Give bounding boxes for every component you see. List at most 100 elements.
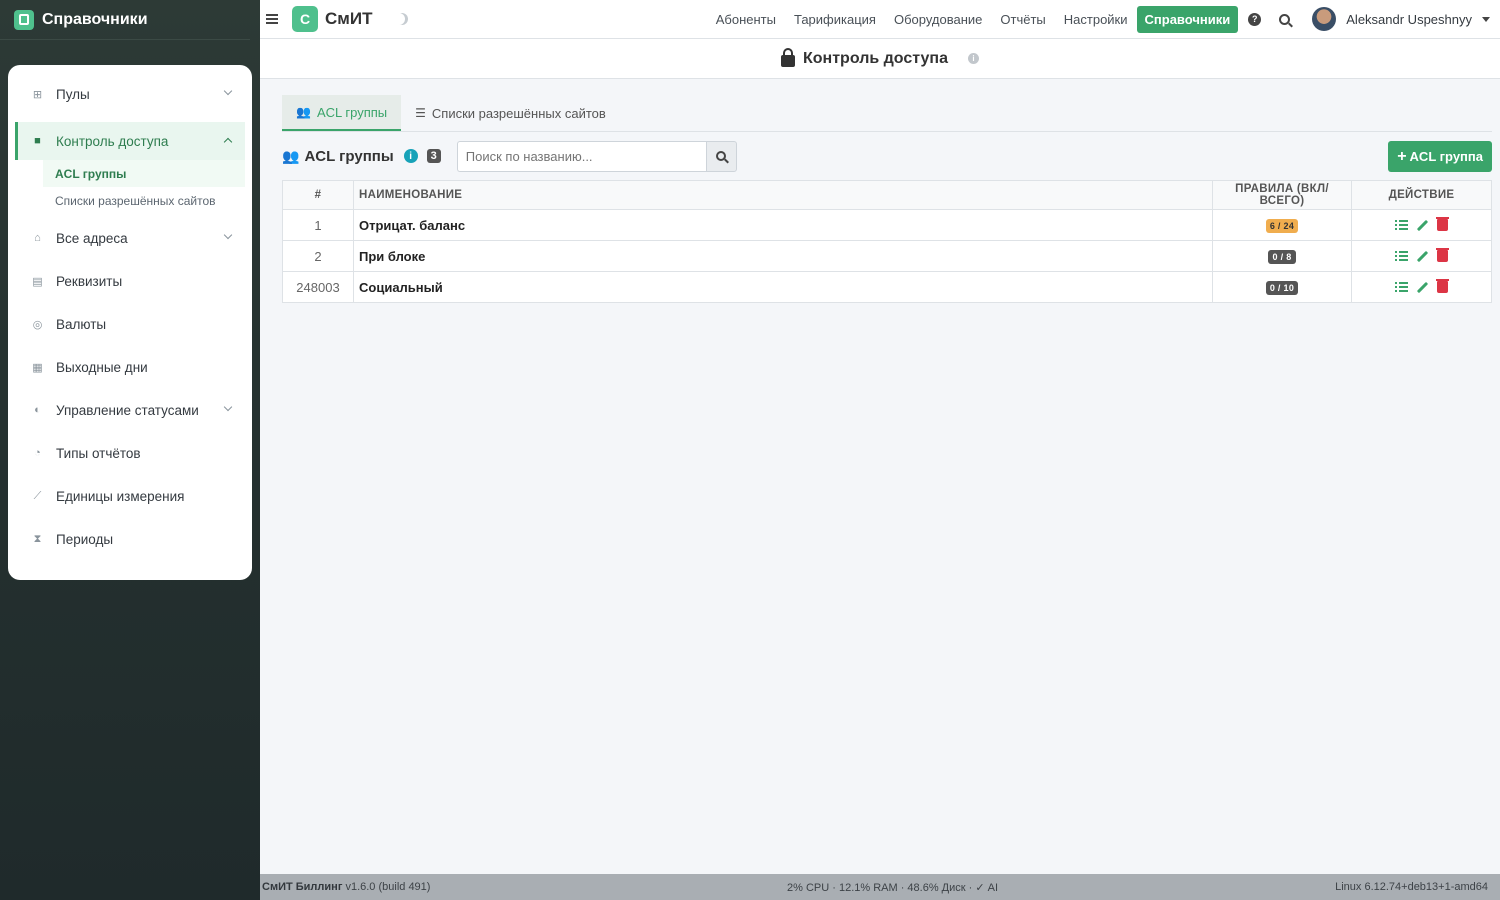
search-icon[interactable]: [1279, 13, 1291, 25]
users-icon: 👥: [282, 147, 300, 164]
edit-icon[interactable]: [1416, 219, 1429, 231]
toggle-icon: ◐: [34, 404, 41, 416]
acl-groups-table: # НАИМЕНОВАНИЕ ПРАВИЛА (ВКЛ/ВСЕГО) ДЕЙСТ…: [282, 180, 1492, 303]
rules-badge: 0 / 10: [1265, 281, 1299, 295]
avatar[interactable]: [1312, 7, 1337, 31]
add-acl-group-button[interactable]: + ACL группа: [1388, 141, 1492, 172]
trash-icon[interactable]: [1436, 279, 1449, 293]
table-row[interactable]: 248003 Социальный 0 / 10: [282, 271, 1492, 303]
ruler-icon: ⟋: [33, 489, 42, 502]
edit-icon[interactable]: [1416, 281, 1429, 293]
list-icon[interactable]: [1395, 250, 1408, 262]
sidebar-item-label: Контроль доступа: [56, 133, 169, 149]
chevron-down-icon: [223, 402, 233, 412]
sidebar-item-units[interactable]: ⟋ Единицы измерения: [15, 477, 245, 515]
toolbar: 👥 ACL группы i 3 + ACL группа: [282, 132, 1492, 180]
table-row[interactable]: 1 Отрицат. баланс 6 / 24: [282, 209, 1492, 241]
lock-icon: [781, 48, 796, 67]
sidebar-item-status-management[interactable]: ◐ Управление статусами: [15, 391, 245, 429]
help-icon[interactable]: ?: [1248, 12, 1262, 26]
sidebar-item-label: Единицы измерения: [56, 488, 185, 504]
rules-badge: 6 / 24: [1265, 219, 1299, 233]
sidebar-item-label: Пулы: [56, 86, 90, 102]
sidebar-item-pools[interactable]: ⊞ Пулы: [15, 75, 245, 113]
column-header-rules[interactable]: ПРАВИЛА (ВКЛ/ВСЕГО): [1212, 180, 1352, 210]
top-nav: Абоненты Тарификация Оборудование Отчёты…: [716, 5, 1500, 33]
tab-allowed-sites[interactable]: ☰ Списки разрешённых сайтов: [401, 95, 620, 131]
nav-equipment[interactable]: Оборудование: [894, 12, 982, 27]
list-icon[interactable]: [1395, 281, 1408, 293]
add-button-label: ACL группа: [1409, 149, 1483, 164]
rules-badge: 0 / 8: [1268, 250, 1296, 264]
sidebar-item-periods[interactable]: ⧗ Периоды: [15, 520, 245, 558]
book-icon: [14, 9, 34, 30]
row-id: 2: [282, 240, 354, 272]
sidebar-item-access-control[interactable]: ■ Контроль доступа: [15, 122, 245, 160]
trash-icon[interactable]: [1436, 248, 1449, 262]
row-name[interactable]: Социальный: [353, 271, 1213, 303]
footer-os: Linux 6.12.74+deb13+1-amd64: [1335, 881, 1488, 893]
tab-acl-groups[interactable]: 👥 ACL группы: [282, 95, 402, 131]
sidebar-subitem-acl-groups[interactable]: ACL группы: [43, 160, 245, 187]
list-icon[interactable]: [1395, 219, 1408, 231]
sidebar-item-report-types[interactable]: ◔ Типы отчётов: [15, 434, 245, 472]
sidebar-item-label: Валюты: [56, 316, 107, 332]
users-icon: 👥: [296, 105, 311, 119]
brand-title: Справочники: [42, 10, 148, 28]
page-header: Контроль доступа i: [260, 39, 1500, 79]
info-icon[interactable]: i: [403, 149, 418, 163]
tab-label: ACL группы: [316, 104, 388, 120]
footer-version: СмИТ Биллинг v1.6.0 (build 491): [262, 881, 430, 893]
search-button[interactable]: [705, 140, 737, 172]
sidebar-item-label: Периоды: [56, 531, 114, 547]
chevron-down-icon: [223, 230, 233, 240]
chart-pie-icon: ◔: [34, 447, 41, 459]
home-icon: ⌂: [34, 232, 41, 244]
calendar-icon: ▦: [32, 361, 43, 374]
app-logo[interactable]: С: [292, 6, 318, 32]
table-row[interactable]: 2 При блоке 0 / 8: [282, 240, 1492, 272]
footer-version-text: v1.6.0 (build 491): [342, 881, 431, 893]
coins-icon: ◎: [32, 318, 43, 331]
footer-app-name: СмИТ Биллинг: [262, 881, 343, 893]
nav-settings[interactable]: Настройки: [1064, 12, 1128, 27]
sidebar-item-label: Выходные дни: [56, 359, 148, 375]
menu-icon[interactable]: [266, 12, 278, 26]
sidebar-item-addresses[interactable]: ⌂ Все адреса: [15, 219, 245, 257]
sidebar-subitem-allowed-sites[interactable]: Списки разрешённых сайтов: [43, 187, 245, 214]
moon-icon[interactable]: [396, 13, 408, 25]
app-name[interactable]: СмИТ: [325, 9, 372, 29]
trash-icon[interactable]: [1436, 217, 1449, 231]
info-icon[interactable]: i: [967, 53, 979, 64]
search-input[interactable]: [456, 140, 706, 172]
nav-references[interactable]: Справочники: [1136, 5, 1239, 33]
row-name[interactable]: При блоке: [353, 240, 1213, 272]
topbar: С СмИТ Абоненты Тарификация Оборудование…: [260, 0, 1500, 39]
edit-icon[interactable]: [1416, 250, 1429, 262]
sidebar-item-holidays[interactable]: ▦ Выходные дни: [15, 348, 245, 386]
user-name[interactable]: Aleksandr Uspeshnyy: [1346, 12, 1472, 27]
row-id: 1: [282, 209, 354, 241]
sidebar-item-requisites[interactable]: ▤ Реквизиты: [15, 262, 245, 300]
column-header-actions: ДЕЙСТВИЕ: [1351, 180, 1492, 210]
column-header-id[interactable]: #: [282, 180, 354, 210]
sidebar-item-label: Реквизиты: [56, 273, 123, 289]
column-header-name[interactable]: НАИМЕНОВАНИЕ: [353, 180, 1213, 210]
sidebar-item-currencies[interactable]: ◎ Валюты: [15, 305, 245, 343]
footer-stats: 2% CPU · 12.1% RAM · 48.6% Диск · ✓ AI: [787, 881, 999, 894]
tabs: 👥 ACL группы ☰ Списки разрешённых сайтов: [282, 95, 1492, 132]
nav-tariffs[interactable]: Тарификация: [794, 12, 876, 27]
sidebar-item-label: Управление статусами: [56, 402, 199, 418]
sidebar-item-label: Все адреса: [56, 230, 128, 246]
page-title: Контроль доступа: [803, 49, 948, 67]
nav-subscribers[interactable]: Абоненты: [716, 12, 776, 27]
caret-down-icon[interactable]: [1482, 16, 1490, 22]
row-name[interactable]: Отрицат. баланс: [353, 209, 1213, 241]
sitemap-icon: ⊞: [32, 88, 43, 101]
sidebar-brand[interactable]: Справочники: [0, 0, 250, 40]
sidebar: Справочники ⊞ Пулы ■ Контроль доступа AC…: [0, 0, 260, 900]
status-footer: СмИТ Биллинг v1.6.0 (build 491) 2% CPU ·…: [260, 874, 1500, 900]
nav-reports[interactable]: Отчёты: [1000, 12, 1045, 27]
lock-icon: ■: [34, 135, 41, 147]
chevron-up-icon: [223, 137, 233, 147]
